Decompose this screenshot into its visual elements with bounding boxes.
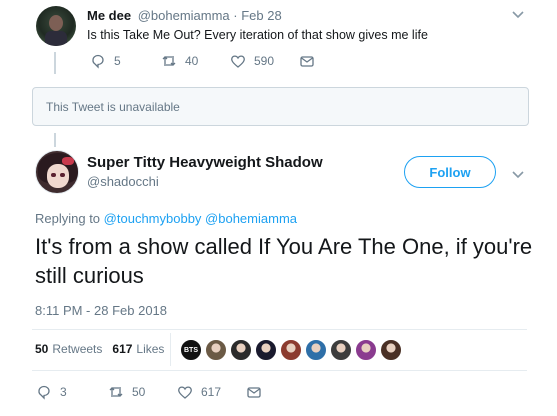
- divider: [32, 370, 527, 371]
- tweet-header: Me dee @bohemiamma · Feb 28: [87, 8, 282, 23]
- reply-count: 5: [114, 54, 121, 68]
- avatar-face: [49, 15, 63, 31]
- liker-avatar[interactable]: [255, 339, 277, 361]
- retweet-button[interactable]: 50: [108, 384, 145, 400]
- author-handle[interactable]: @shadocchi: [87, 174, 159, 189]
- avatar-bow: [62, 157, 74, 165]
- retweet-button[interactable]: 40: [161, 53, 198, 69]
- reply-button[interactable]: 5: [90, 53, 121, 69]
- author-name[interactable]: Me dee: [87, 8, 131, 23]
- handle-and-date[interactable]: @bohemiamma · Feb 28: [138, 8, 282, 23]
- retweet-icon: [162, 56, 176, 66]
- retweet-icon: [109, 387, 123, 397]
- liker-avatar[interactable]: BTS: [180, 339, 202, 361]
- like-count: 617: [201, 385, 222, 399]
- reply-icon: [38, 385, 50, 400]
- chevron-down-icon[interactable]: [511, 7, 525, 21]
- like-count: 590: [254, 54, 275, 68]
- heart-icon: [231, 55, 245, 68]
- tweet-text: Is this Take Me Out? Every iteration of …: [87, 28, 428, 42]
- mention-link[interactable]: @bohemiamma: [205, 211, 297, 226]
- liker-avatar[interactable]: [280, 339, 302, 361]
- liker-avatar[interactable]: [330, 339, 352, 361]
- chevron-down-icon[interactable]: [511, 167, 525, 181]
- reply-icon: [92, 54, 104, 69]
- tweet-stats: 50 Retweets 617 Likes: [35, 342, 164, 356]
- avatar-eye: [51, 173, 56, 177]
- direct-message-button[interactable]: [299, 53, 323, 69]
- direct-message-button[interactable]: [246, 384, 270, 400]
- unavailable-tweet-notice: This Tweet is unavailable: [32, 87, 529, 126]
- tweet-timestamp[interactable]: 8:11 PM - 28 Feb 2018: [35, 303, 167, 318]
- avatar[interactable]: [35, 150, 79, 194]
- liker-avatar[interactable]: [230, 339, 252, 361]
- likes-label[interactable]: Likes: [136, 342, 164, 356]
- mention-link[interactable]: @touchmybobby: [104, 211, 202, 226]
- parent-tweet[interactable]: Me dee @bohemiamma · Feb 28 Is this Take…: [0, 0, 557, 80]
- heart-icon: [178, 386, 192, 399]
- like-button[interactable]: 617: [177, 384, 221, 400]
- liker-avatar[interactable]: [305, 339, 327, 361]
- liker-avatar[interactable]: [355, 339, 377, 361]
- like-button[interactable]: 590: [230, 53, 274, 69]
- retweets-label[interactable]: Retweets: [52, 342, 102, 356]
- thread-line-middle: [54, 133, 56, 147]
- replying-to: Replying to @touchmybobby @bohemiamma: [35, 211, 297, 226]
- follow-button[interactable]: Follow: [404, 156, 496, 188]
- divider: [32, 329, 527, 330]
- avatar-shirt: [45, 31, 67, 46]
- replying-prefix: Replying to: [35, 211, 101, 226]
- avatar-eye: [60, 173, 65, 177]
- divider: [170, 333, 171, 366]
- author-name[interactable]: Super Titty Heavyweight Shadow: [87, 154, 323, 171]
- liker-avatar[interactable]: [380, 339, 402, 361]
- tweet-text: It's from a show called If You Are The O…: [35, 234, 533, 288]
- liker-avatar[interactable]: [205, 339, 227, 361]
- reply-count: 3: [60, 385, 67, 399]
- unavailable-text: This Tweet is unavailable: [46, 100, 180, 114]
- likes-count[interactable]: 617: [112, 342, 132, 356]
- retweets-count[interactable]: 50: [35, 342, 48, 356]
- retweet-count: 50: [132, 385, 146, 399]
- envelope-icon: [247, 387, 261, 398]
- reply-button[interactable]: 3: [36, 384, 67, 400]
- envelope-icon: [300, 56, 314, 67]
- retweet-count: 40: [185, 54, 199, 68]
- avatar[interactable]: [36, 6, 76, 46]
